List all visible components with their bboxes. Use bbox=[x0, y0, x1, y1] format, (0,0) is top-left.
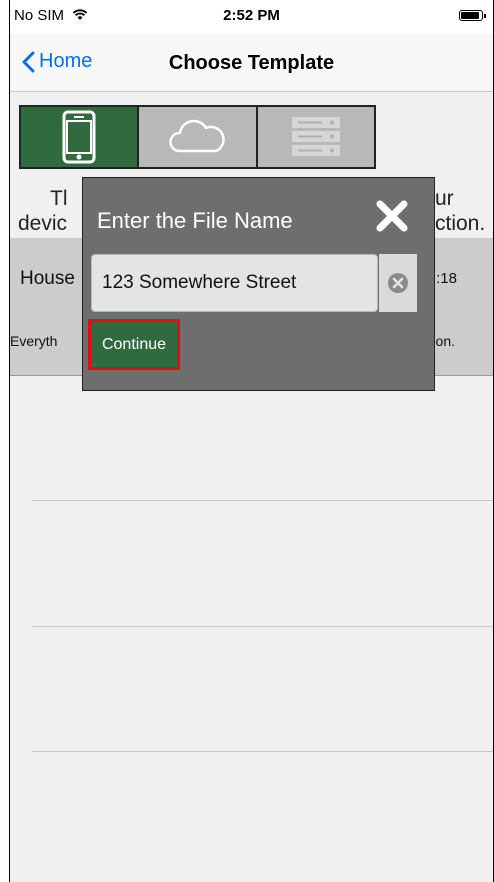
source-segmented-control bbox=[19, 105, 376, 169]
dialog-title: Enter the File Name bbox=[97, 208, 293, 233]
segment-server[interactable] bbox=[258, 107, 374, 167]
segment-cloud[interactable] bbox=[139, 107, 258, 167]
description-left-line1: Tl bbox=[50, 187, 68, 210]
status-bar: No SIM 2:52 PM bbox=[10, 0, 493, 34]
close-button[interactable] bbox=[374, 198, 410, 234]
clock: 2:52 PM bbox=[223, 7, 280, 24]
continue-button[interactable]: Continue bbox=[88, 319, 180, 370]
cloud-icon bbox=[169, 119, 226, 153]
template-time: :18 bbox=[436, 270, 457, 287]
description-left-line2: devic bbox=[18, 212, 68, 235]
description-right-line2: ction. bbox=[435, 212, 486, 235]
battery-icon bbox=[459, 10, 486, 21]
row-divider bbox=[32, 751, 493, 752]
description-right-line1: ur bbox=[435, 187, 454, 210]
page-title: Choose Template bbox=[168, 52, 335, 74]
phone-icon bbox=[62, 110, 96, 164]
clear-icon bbox=[388, 273, 408, 293]
file-name-dialog: Enter the File Name 123 Somewhere Street… bbox=[82, 177, 435, 391]
template-name: House bbox=[20, 268, 75, 289]
server-icon bbox=[291, 117, 340, 156]
navigation-bar: Home Choose Template bbox=[10, 34, 493, 92]
close-icon bbox=[376, 200, 408, 232]
template-description-right: on. bbox=[435, 333, 455, 349]
file-name-input[interactable]: 123 Somewhere Street bbox=[91, 254, 378, 312]
clear-input-button[interactable] bbox=[379, 254, 417, 312]
row-divider bbox=[32, 626, 493, 627]
row-divider bbox=[32, 500, 493, 501]
segment-device[interactable] bbox=[21, 107, 140, 167]
template-description-left: Everyth bbox=[10, 333, 58, 349]
app-window: No SIM 2:52 PM Home Choose Template Tl d… bbox=[9, 0, 494, 882]
